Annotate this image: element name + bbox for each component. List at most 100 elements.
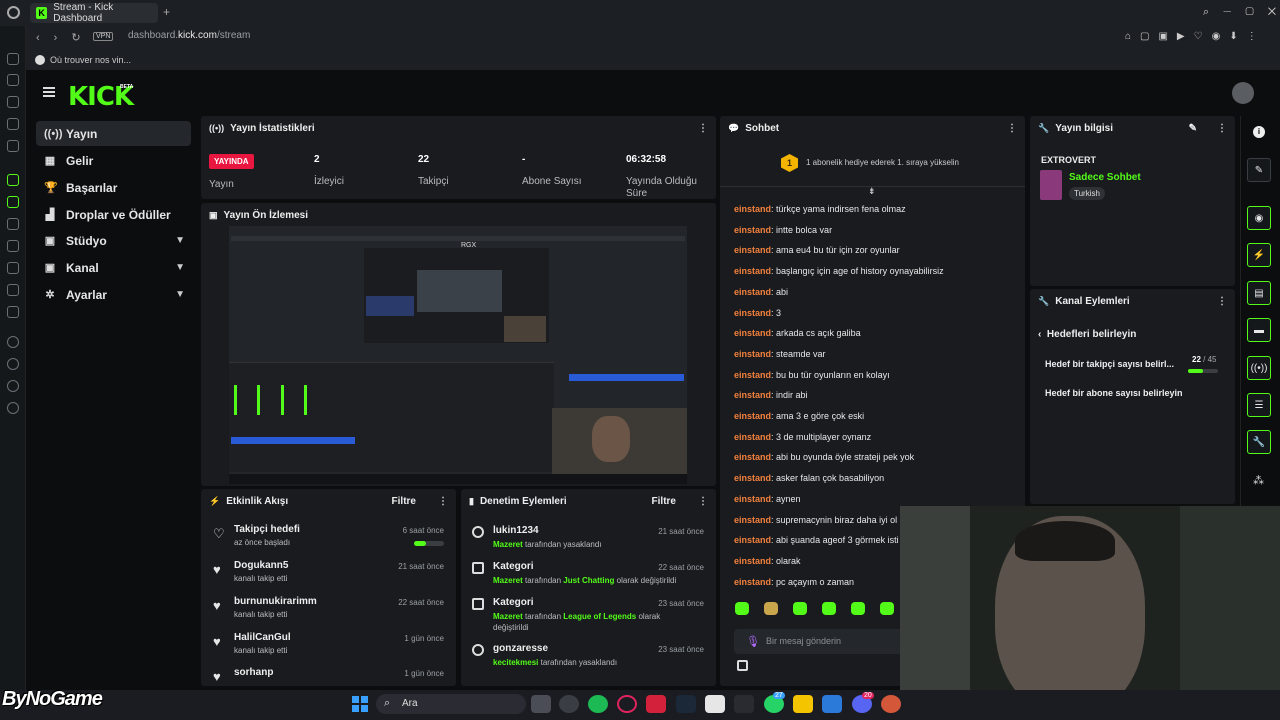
chat-username[interactable]: einstand: [734, 515, 771, 525]
settings-icon[interactable]: [7, 402, 19, 414]
sidebar-app-icon[interactable]: [7, 358, 19, 370]
windows-start-icon[interactable]: [352, 696, 368, 712]
wrench-icon[interactable]: 🔧: [1247, 430, 1271, 454]
chat-username[interactable]: einstand: [734, 370, 771, 380]
sidebar-app-icon[interactable]: [7, 262, 19, 274]
sidebar-app-icon[interactable]: [7, 96, 19, 108]
more-icon[interactable]: ⋮: [438, 496, 448, 507]
more-icon[interactable]: ⋮: [698, 123, 708, 134]
chat-username[interactable]: einstand: [734, 349, 771, 359]
sidebar-app-icon[interactable]: [7, 74, 19, 86]
chat-username[interactable]: einstand: [734, 287, 771, 297]
sidebar-app-icon[interactable]: [7, 196, 19, 208]
pin-icon[interactable]: ⇟: [868, 186, 876, 197]
chat-username[interactable]: einstand: [734, 308, 771, 318]
chat-username[interactable]: einstand: [734, 494, 771, 504]
chat-username[interactable]: einstand: [734, 328, 771, 338]
emote-icon[interactable]: [822, 602, 836, 615]
bookmark-link[interactable]: Où trouver nos vin...: [50, 55, 131, 65]
sidebar-app-icon[interactable]: [7, 336, 19, 348]
sub-goal-item[interactable]: Hedef bir abone sayısı belirleyin: [1045, 388, 1183, 398]
emote-icon[interactable]: [735, 602, 749, 615]
more-icon[interactable]: ⋮: [1007, 123, 1017, 134]
browser-logo-icon[interactable]: [7, 6, 20, 19]
lightning-icon[interactable]: ⚡: [1247, 243, 1271, 267]
goals-back-button[interactable]: ‹ Hedefleri belirleyin: [1038, 329, 1136, 340]
nav-buttons[interactable]: ‹›↻: [36, 31, 95, 44]
chat-username[interactable]: einstand: [734, 432, 771, 442]
sidebar-app-icon[interactable]: [7, 284, 19, 296]
sidebar-app-icon[interactable]: [7, 380, 19, 392]
taskbar-app-icon[interactable]: [646, 695, 666, 713]
filter-button[interactable]: Filtre: [392, 496, 416, 507]
spotify-icon[interactable]: [588, 695, 608, 713]
chat-username[interactable]: einstand: [734, 411, 771, 421]
store-icon[interactable]: [737, 660, 748, 671]
nav-item-basarilar[interactable]: 🏆 Başarılar: [36, 175, 191, 200]
chat-username[interactable]: einstand: [734, 204, 771, 214]
apps-icon[interactable]: ⁂: [1253, 474, 1264, 487]
chat-username[interactable]: einstand: [734, 452, 771, 462]
info-icon[interactable]: i: [1253, 126, 1265, 138]
store-icon[interactable]: [705, 695, 725, 713]
nav-item-kanal[interactable]: ▣ Kanal ▼: [36, 255, 191, 280]
category-link[interactable]: Sadece Sohbet: [1069, 172, 1141, 183]
emote-icon[interactable]: [764, 602, 778, 615]
nav-item-droplar[interactable]: ▟ Droplar ve Ödüller: [36, 202, 191, 227]
follower-goal-item[interactable]: Hedef bir takipçi sayısı belirl...: [1045, 359, 1174, 369]
broadcast-icon[interactable]: ((•)): [1247, 356, 1271, 380]
sidebar-app-icon[interactable]: [7, 240, 19, 252]
taskbar-app-icon[interactable]: [734, 695, 754, 713]
nav-item-gelir[interactable]: ▦ Gelir: [36, 148, 191, 173]
nav-item-yayin[interactable]: ((•)) Yayın: [36, 121, 191, 146]
window-controls[interactable]: ⌕⚊▢✕: [1203, 6, 1280, 19]
more-icon[interactable]: ⋮: [1217, 123, 1227, 134]
chat-username[interactable]: einstand: [734, 577, 771, 587]
avatar[interactable]: [1232, 82, 1254, 104]
nav-item-studyo[interactable]: ▣ Stüdyo ▼: [36, 228, 191, 253]
vpn-badge[interactable]: VPN: [93, 32, 114, 41]
taskbar-app-icon[interactable]: [822, 695, 842, 713]
taskbar-app-icon[interactable]: [531, 695, 551, 713]
stream-preview-video[interactable]: RGX: [229, 226, 687, 484]
emote-icon[interactable]: [851, 602, 865, 615]
chat-username[interactable]: einstand: [734, 225, 771, 235]
more-icon[interactable]: ⋮: [698, 496, 708, 507]
chat-bubble-icon[interactable]: ▬: [1247, 318, 1271, 342]
chat-message: einstand: olarak: [734, 556, 801, 566]
sidebar-app-icon[interactable]: [7, 140, 19, 152]
emote-icon[interactable]: [880, 602, 894, 615]
microphone-icon[interactable]: 🎙: [746, 635, 760, 648]
edit-pencil-icon[interactable]: ✎: [1247, 158, 1271, 182]
chat-username[interactable]: einstand: [734, 556, 771, 566]
sidebar-app-icon[interactable]: [7, 174, 19, 186]
taskbar-app-icon[interactable]: [559, 695, 579, 713]
document-icon[interactable]: ▤: [1247, 281, 1271, 305]
new-tab-button[interactable]: +: [163, 5, 170, 19]
camera-icon[interactable]: ◉: [1247, 206, 1271, 230]
sidebar-app-icon[interactable]: [7, 218, 19, 230]
list-icon[interactable]: ☰: [1247, 393, 1271, 417]
browser-tab[interactable]: K Stream - Kick Dashboard: [30, 2, 158, 24]
chat-username[interactable]: einstand: [734, 473, 771, 483]
chat-username[interactable]: einstand: [734, 535, 771, 545]
steam-icon[interactable]: [676, 695, 696, 713]
taskbar-app-icon[interactable]: [881, 695, 901, 713]
chat-username[interactable]: einstand: [734, 266, 771, 276]
menu-icon[interactable]: [43, 87, 55, 97]
pencil-icon[interactable]: ✎: [1189, 123, 1197, 134]
sidebar-app-icon[interactable]: [7, 53, 19, 65]
nav-item-ayarlar[interactable]: ✲ Ayarlar ▼: [36, 282, 191, 307]
taskbar-app-icon[interactable]: [793, 695, 813, 713]
taskbar-search[interactable]: ⌕ Ara: [376, 694, 526, 714]
filter-button[interactable]: Filtre: [652, 496, 676, 507]
sidebar-app-icon[interactable]: [7, 306, 19, 318]
chat-username[interactable]: einstand: [734, 245, 771, 255]
opera-icon[interactable]: [617, 695, 637, 713]
chat-username[interactable]: einstand: [734, 390, 771, 400]
more-icon[interactable]: ⋮: [1217, 296, 1227, 307]
emote-icon[interactable]: [793, 602, 807, 615]
browser-toolbar-icons[interactable]: ⌂▢▣▶♡◉⬇⋮: [1125, 31, 1266, 42]
url-field[interactable]: dashboard.kick.com/stream: [128, 30, 250, 41]
sidebar-app-icon[interactable]: [7, 118, 19, 130]
